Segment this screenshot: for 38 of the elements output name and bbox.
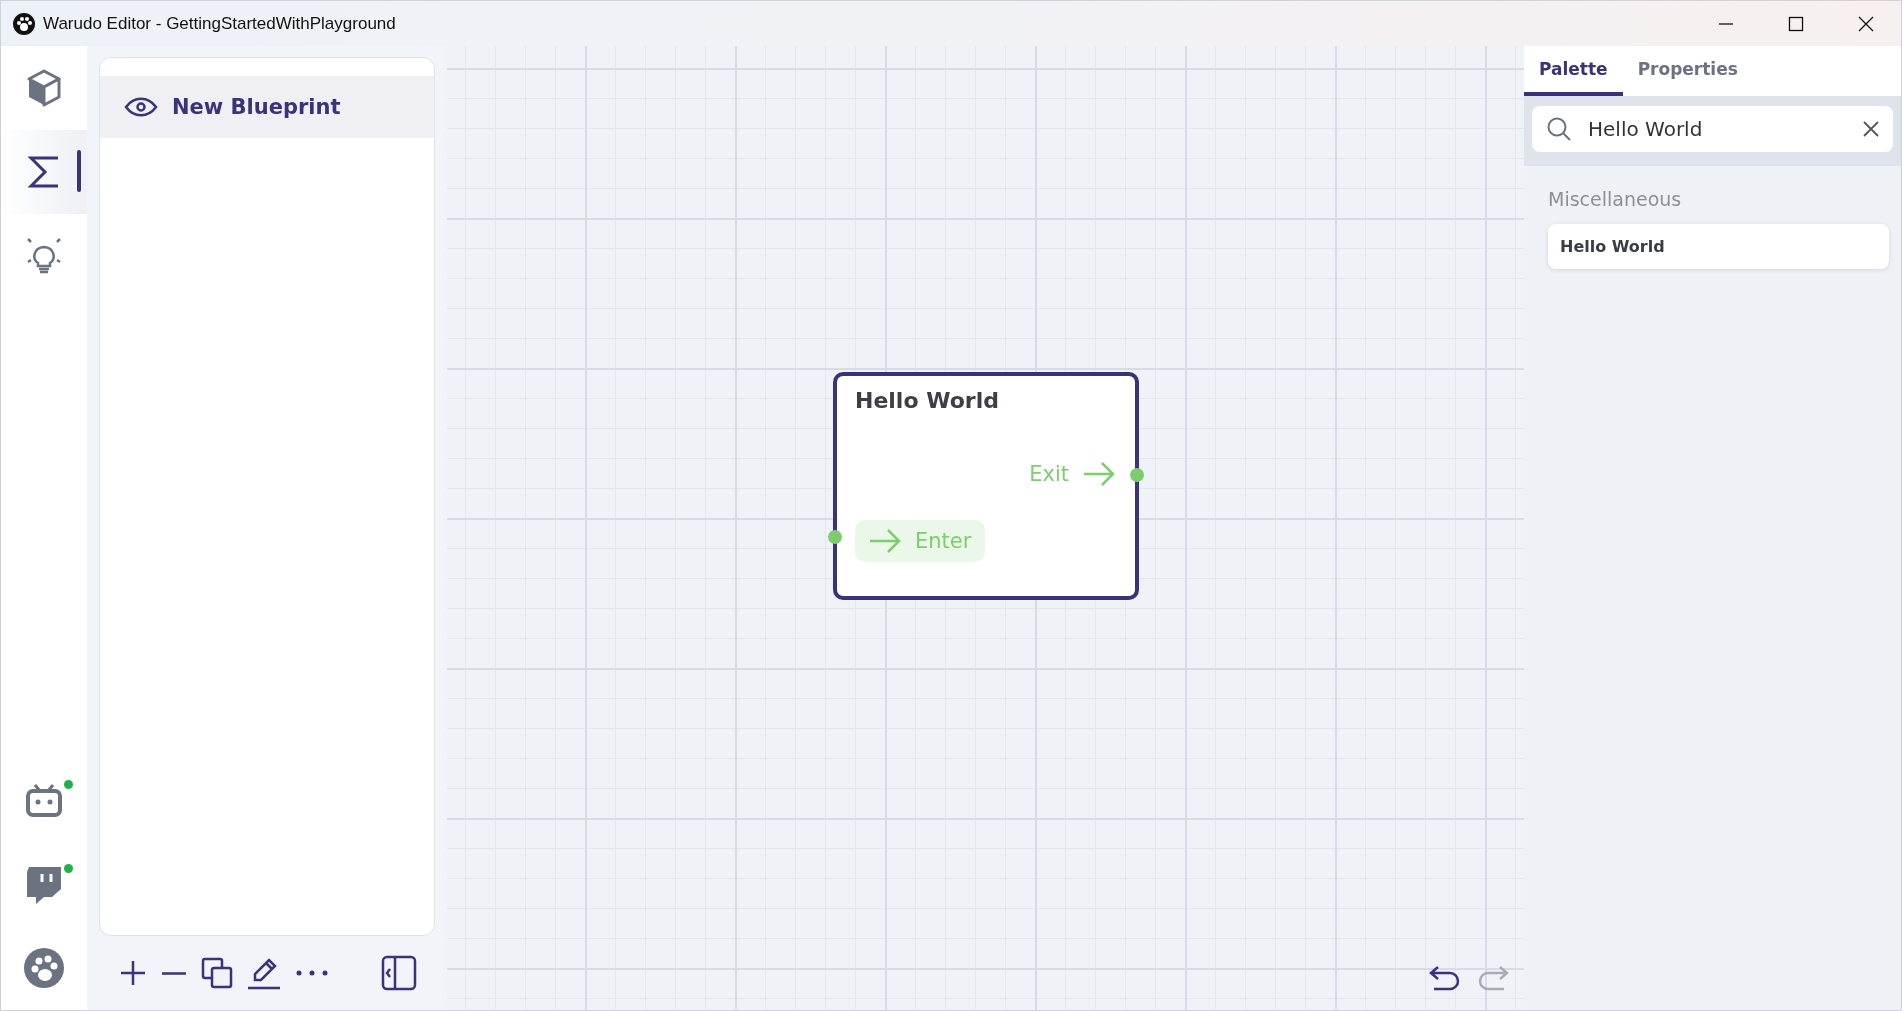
- arrow-icon: [1083, 461, 1115, 487]
- remove-button[interactable]: [161, 971, 187, 975]
- close-icon: [1858, 15, 1874, 32]
- cube-icon: [26, 69, 62, 107]
- more-icon: [295, 969, 329, 977]
- add-button[interactable]: [119, 959, 147, 987]
- minimize-icon: [1718, 22, 1734, 25]
- blueprint-item[interactable]: New Blueprint: [100, 76, 434, 138]
- lightbulb-icon: [26, 237, 62, 275]
- eye-icon: [124, 96, 158, 118]
- tv-icon: [25, 783, 63, 817]
- search-icon: [1546, 116, 1572, 142]
- arrow-icon: [869, 528, 901, 554]
- blueprint-canvas[interactable]: Hello World Exit Enter: [447, 46, 1524, 1010]
- rename-button[interactable]: [247, 956, 281, 990]
- plus-icon: [119, 959, 147, 987]
- pencil-icon: [247, 956, 281, 990]
- minus-icon: [161, 971, 187, 975]
- panel-tab[interactable]: Properties: [1622, 46, 1753, 96]
- window-title: Warudo Editor - GettingStartedWithPlayground: [43, 13, 397, 34]
- sigma-icon: [28, 155, 60, 189]
- category-heading: Miscellaneous: [1547, 187, 1683, 212]
- copy-icon: [201, 957, 233, 989]
- palette-item[interactable]: Hello World: [1548, 224, 1889, 269]
- more-button[interactable]: [295, 969, 329, 977]
- paw-logo-icon: [23, 947, 65, 989]
- duplicate-button[interactable]: [201, 957, 233, 989]
- collapse-panel-button[interactable]: [381, 955, 417, 991]
- search-field[interactable]: Hello World: [1532, 106, 1893, 152]
- node-title: Hello World: [855, 388, 999, 413]
- undo-icon: [1428, 964, 1460, 992]
- undo-button[interactable]: [1428, 964, 1460, 992]
- paw-logo-icon: [13, 12, 35, 35]
- clear-icon[interactable]: [1863, 121, 1879, 137]
- sidebar-collapse-icon: [381, 955, 417, 991]
- maximize-icon: [1788, 15, 1804, 32]
- chat-bubble-icon: [25, 864, 63, 904]
- redo-icon: [1478, 964, 1510, 992]
